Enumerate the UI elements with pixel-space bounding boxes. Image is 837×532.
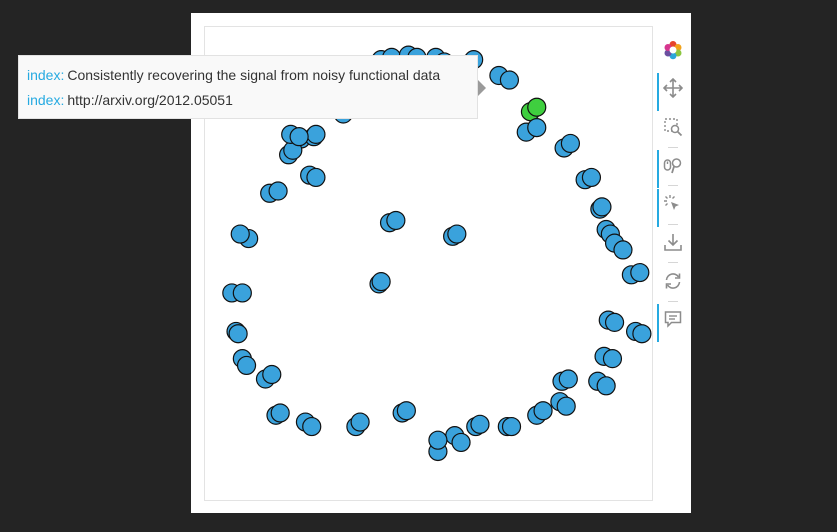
scatter-point[interactable] bbox=[386, 210, 406, 231]
scatter-point[interactable] bbox=[592, 197, 612, 217]
scatter-point[interactable] bbox=[613, 240, 633, 260]
tap-select-tool[interactable] bbox=[657, 189, 688, 227]
scatter-point[interactable] bbox=[632, 324, 652, 344]
scatter-point[interactable] bbox=[533, 401, 553, 421]
reset-tool[interactable] bbox=[658, 266, 688, 296]
tooltip-value: Consistently recovering the signal from … bbox=[67, 67, 441, 83]
scatter-point[interactable] bbox=[306, 167, 326, 188]
scatter-point[interactable] bbox=[501, 416, 522, 437]
scatter-point[interactable] bbox=[630, 262, 650, 283]
reset-icon bbox=[665, 273, 681, 289]
scatter-point[interactable] bbox=[499, 70, 520, 90]
save-tool[interactable] bbox=[658, 227, 688, 257]
wheel-zoom-tool[interactable] bbox=[657, 150, 688, 188]
scatter-point[interactable] bbox=[350, 412, 370, 432]
scatter-point[interactable] bbox=[396, 401, 416, 421]
tooltip-value: http://arxiv.org/2012.05051 bbox=[67, 92, 233, 108]
scatter-point[interactable] bbox=[262, 364, 282, 385]
hover-tooltip: index: Consistently recovering the signal… bbox=[18, 55, 478, 119]
scatter-point[interactable] bbox=[228, 324, 248, 344]
scatter-point[interactable] bbox=[596, 376, 616, 396]
scatter-point[interactable] bbox=[270, 403, 290, 423]
save-icon bbox=[664, 234, 682, 251]
scatter-point[interactable] bbox=[236, 355, 257, 376]
scatter-point[interactable] bbox=[451, 432, 471, 453]
tooltip-arrow bbox=[478, 80, 486, 96]
scatter-point[interactable] bbox=[268, 181, 288, 201]
scatter-point[interactable] bbox=[302, 416, 322, 437]
tap-select-icon bbox=[664, 195, 679, 210]
scatter-point[interactable] bbox=[289, 127, 309, 147]
scatter-point[interactable] bbox=[556, 396, 576, 416]
scatter-point[interactable] bbox=[230, 224, 250, 244]
box-zoom-tool[interactable] bbox=[658, 112, 688, 142]
scatter-point[interactable] bbox=[447, 224, 467, 244]
scatter-point[interactable] bbox=[306, 124, 326, 144]
tooltip-label: index: bbox=[27, 67, 65, 83]
scatter-point[interactable] bbox=[232, 283, 252, 303]
scatter-point[interactable] bbox=[604, 312, 625, 332]
pan-tool[interactable] bbox=[657, 73, 688, 111]
tooltip-row-title: index: Consistently recovering the signal… bbox=[27, 65, 469, 90]
toolbar bbox=[653, 26, 689, 346]
wheel-zoom-icon bbox=[663, 158, 682, 174]
bokeh-logo-icon[interactable] bbox=[658, 35, 688, 65]
hover-icon bbox=[664, 311, 682, 328]
scatter-point[interactable] bbox=[371, 272, 391, 292]
tooltip-label: index: bbox=[27, 92, 65, 108]
scatter-point-highlighted[interactable] bbox=[527, 97, 547, 117]
pan-icon bbox=[663, 78, 683, 98]
scatter-point[interactable] bbox=[470, 414, 490, 434]
scatter-point[interactable] bbox=[602, 349, 623, 369]
hover-tool[interactable] bbox=[657, 304, 688, 342]
box-zoom-icon bbox=[664, 118, 683, 137]
scatter-point[interactable] bbox=[558, 369, 578, 389]
scatter-point[interactable] bbox=[527, 117, 547, 138]
scatter-point[interactable] bbox=[581, 167, 602, 188]
scatter-point[interactable] bbox=[428, 430, 448, 450]
scatter-point[interactable] bbox=[560, 133, 581, 154]
tooltip-row-url: index: http://arxiv.org/2012.05051 bbox=[27, 90, 469, 115]
